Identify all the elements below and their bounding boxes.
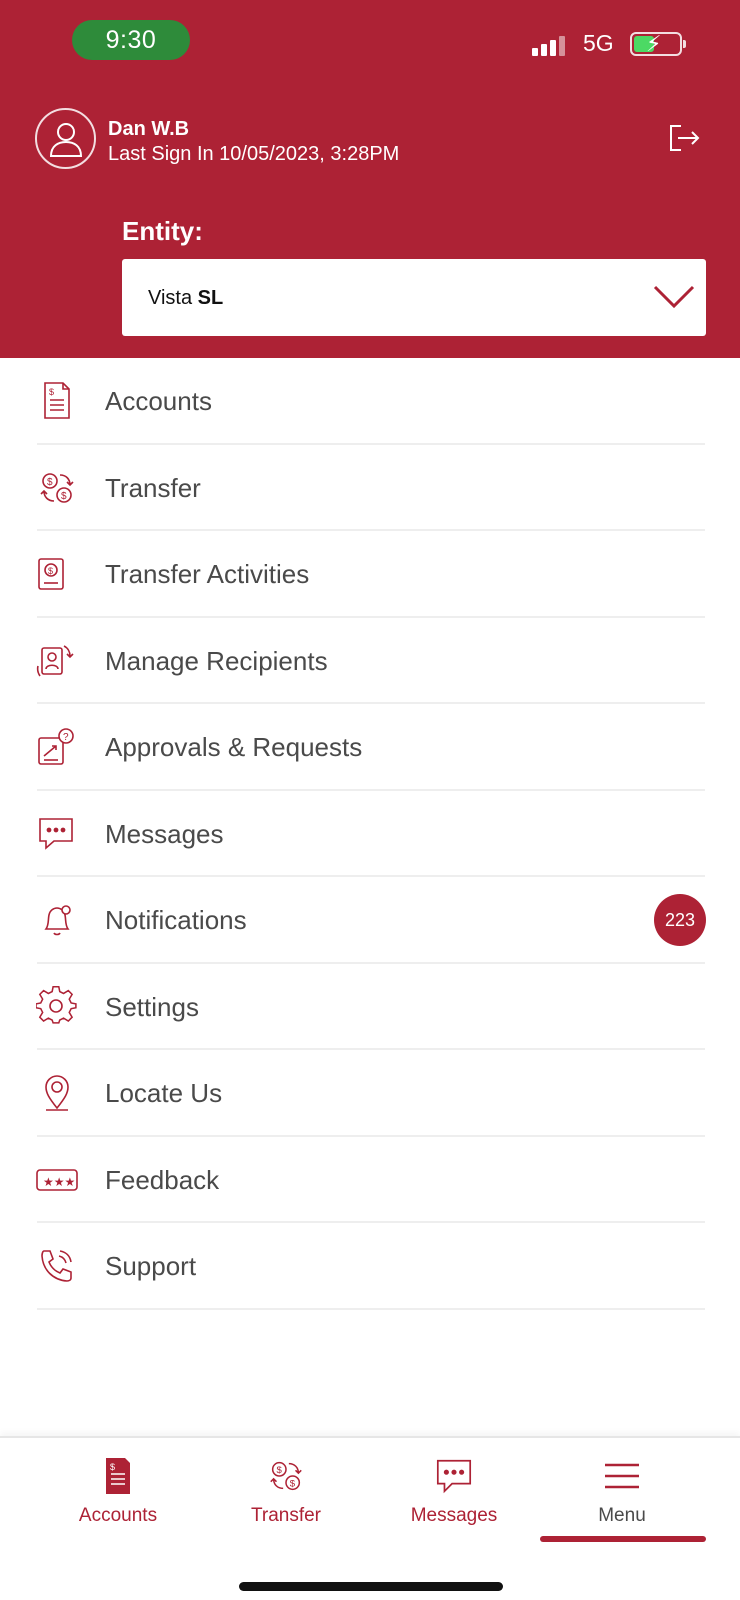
app-header: 9:30 5G ⚡ Dan W.B Last Sign In 10/05/202… <box>0 0 740 358</box>
menu-item-messages[interactable]: Messages <box>0 791 740 877</box>
menu-item-manage-recipients[interactable]: Manage Recipients <box>0 618 740 704</box>
avatar-icon[interactable] <box>35 108 96 169</box>
accounts-icon: $ <box>44 382 70 419</box>
menu-item-label: Accounts <box>105 386 212 416</box>
active-tab-indicator <box>540 1536 706 1542</box>
messages-icon <box>436 1459 472 1494</box>
entity-dropdown[interactable]: Vista SL <box>122 259 706 336</box>
location-pin-icon <box>45 1075 69 1111</box>
menu-item-notifications[interactable]: Notifications 223 <box>0 877 740 964</box>
entity-value: Vista SL <box>148 287 224 309</box>
tab-label: Menu <box>598 1505 646 1526</box>
svg-text:$: $ <box>110 1462 115 1472</box>
battery-icon: ⚡ <box>630 31 686 56</box>
menu-item-locate-us[interactable]: Locate Us <box>0 1050 740 1137</box>
network-label: 5G <box>583 30 614 56</box>
menu-item-label: Notifications <box>105 905 247 935</box>
last-sign-in: Last Sign In 10/05/2023, 3:28PM <box>108 143 400 165</box>
menu-item-label: Support <box>105 1251 197 1281</box>
signal-icon <box>532 34 572 56</box>
menu-icon <box>605 1463 639 1489</box>
svg-text:$: $ <box>47 477 53 488</box>
svg-text:$: $ <box>276 1465 282 1476</box>
menu-item-settings[interactable]: Settings <box>0 964 740 1050</box>
menu-item-transfer[interactable]: $ $ Transfer <box>0 445 740 531</box>
tab-label: Accounts <box>78 1505 158 1526</box>
notification-count-badge: 223 <box>654 894 706 946</box>
approvals-icon: ? <box>38 728 74 765</box>
menu-item-approvals-requests[interactable]: ? Approvals & Requests <box>0 704 740 791</box>
entity-label: Entity: <box>122 216 203 246</box>
tab-messages[interactable]: Messages <box>384 1456 524 1526</box>
svg-text:★★★: ★★★ <box>43 1175 75 1189</box>
svg-text:$: $ <box>49 387 54 397</box>
menu-item-label: Transfer Activities <box>105 559 310 589</box>
svg-text:$: $ <box>48 566 53 576</box>
menu-item-accounts[interactable]: $ Accounts <box>0 358 740 445</box>
menu-item-label: Feedback <box>105 1164 220 1195</box>
accounts-icon: $ <box>106 1458 130 1494</box>
menu-item-label: Messages <box>105 818 224 849</box>
svg-text:?: ? <box>63 732 69 743</box>
bottom-tab-bar: $ Accounts $ $ Transfer Messages Menu <box>0 1436 740 1600</box>
home-indicator <box>239 1582 503 1591</box>
menu-item-transfer-activities[interactable]: $ Transfer Activities <box>0 531 740 618</box>
logout-icon[interactable] <box>666 120 702 156</box>
menu-item-support[interactable]: Support <box>0 1223 740 1310</box>
user-name: Dan W.B <box>108 118 190 140</box>
phone-icon <box>41 1250 72 1282</box>
menu-item-label: Transfer <box>105 472 201 503</box>
svg-text:$: $ <box>61 491 67 502</box>
transfer-activities-icon: $ <box>38 558 64 590</box>
tab-menu[interactable]: Menu <box>552 1456 692 1526</box>
bell-icon <box>44 905 71 936</box>
tab-label: Messages <box>410 1505 498 1526</box>
menu-item-label: Approvals & Requests <box>105 732 363 762</box>
menu-item-feedback[interactable]: ★★★ Feedback <box>0 1137 740 1223</box>
svg-text:$: $ <box>290 1478 296 1489</box>
tab-accounts[interactable]: $ Accounts <box>48 1456 188 1526</box>
menu-list: $ Accounts $ $ Transfer $ Transfer Activ… <box>0 358 740 1310</box>
menu-item-label: Manage Recipients <box>105 645 328 676</box>
menu-item-label: Settings <box>105 991 199 1022</box>
tab-transfer[interactable]: $ $ Transfer <box>216 1456 356 1526</box>
gear-icon <box>36 985 77 1024</box>
feedback-icon: ★★★ <box>36 1168 78 1191</box>
manage-recipients-icon <box>36 644 74 676</box>
transfer-icon: $ $ <box>40 472 74 503</box>
transfer-icon: $ $ <box>270 1461 302 1491</box>
chevron-down-icon <box>653 285 695 309</box>
tab-label: Transfer <box>250 1505 322 1526</box>
messages-icon <box>39 817 73 850</box>
menu-item-label: Locate Us <box>105 1078 223 1108</box>
status-time: 9:30 <box>72 20 190 60</box>
